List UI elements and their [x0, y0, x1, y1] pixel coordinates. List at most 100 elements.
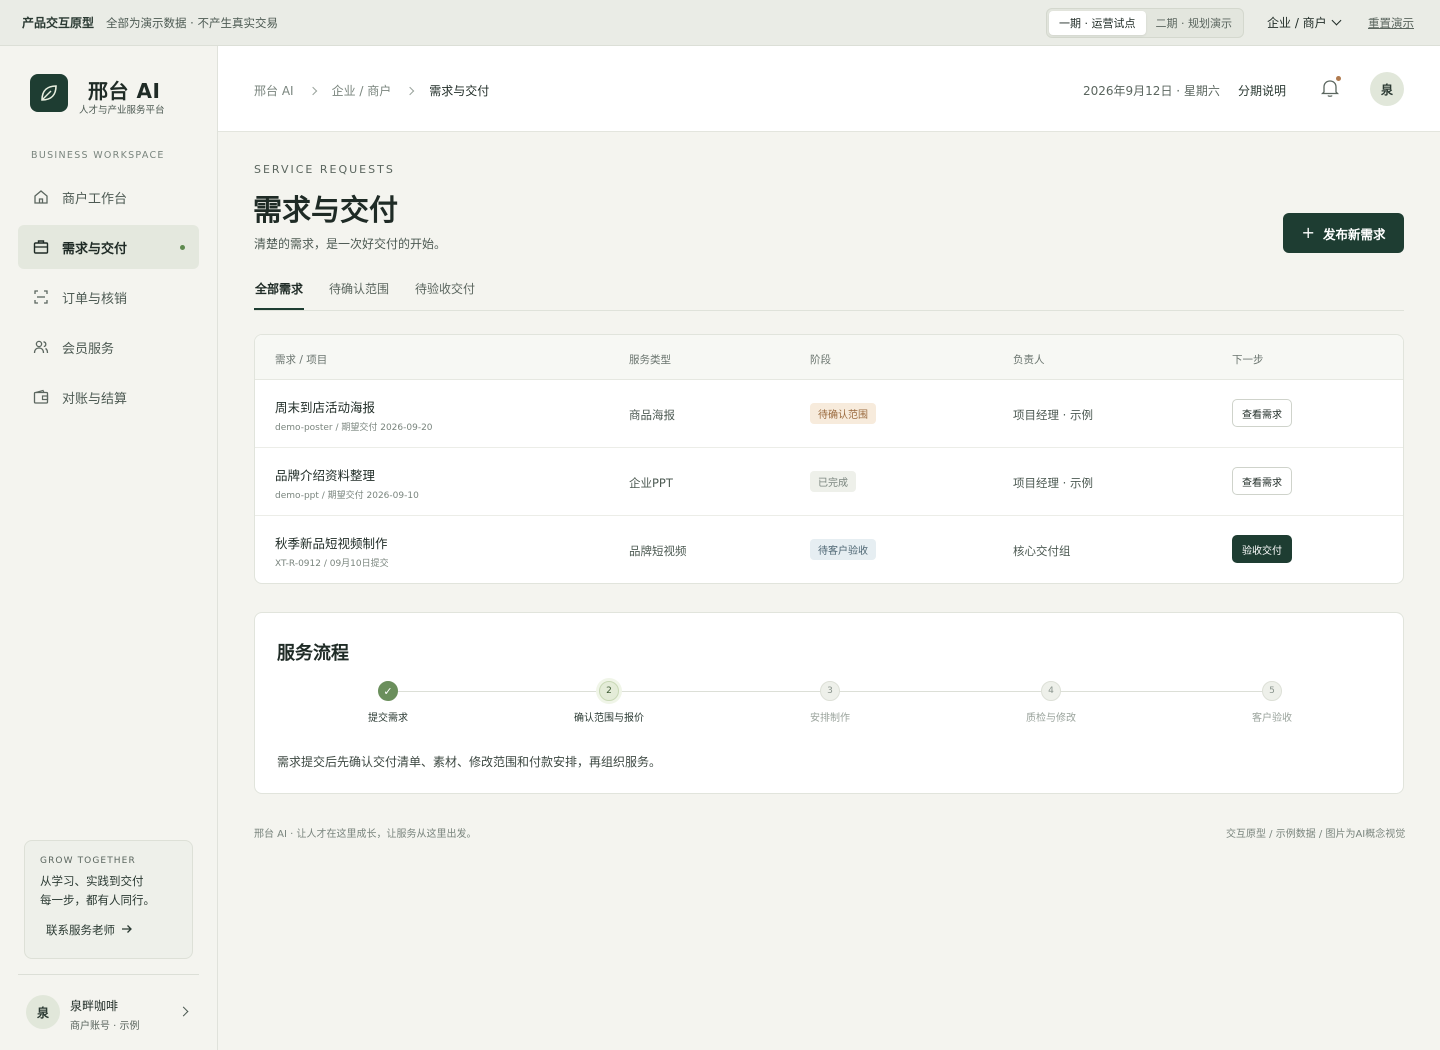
plus-icon: + [1301, 223, 1315, 242]
table-row[interactable]: 品牌介绍资料整理 demo-ppt / 期望交付 2026-09-10 企业PP… [255, 448, 1403, 516]
table-row[interactable]: 秋季新品短视频制作 XT-R-0912 / 09月10日提交 品牌短视频 待客户… [255, 516, 1403, 583]
sidebar-item-label: 商户工作台 [62, 191, 128, 207]
view-request-button[interactable]: 查看需求 [1232, 399, 1292, 427]
chevron-right-icon [308, 86, 317, 95]
reset-demo-link[interactable]: 重置演示 [1368, 15, 1414, 31]
scan-icon [32, 288, 50, 306]
current-date: 2026年9月12日 · 星期六 [1083, 84, 1220, 98]
request-meta: demo-poster / 期望交付 2026-09-20 [275, 423, 433, 433]
column-header: 服务类型 [629, 354, 671, 366]
accept-delivery-button[interactable]: 验收交付 [1232, 535, 1292, 563]
grow-card-title: GROW TOGETHER [40, 856, 136, 866]
step-number: 2 [599, 681, 619, 701]
table-row[interactable]: 周末到店活动海报 demo-poster / 期望交付 2026-09-20 商… [255, 380, 1403, 448]
request-meta: demo-ppt / 期望交付 2026-09-10 [275, 491, 419, 501]
page-subtitle: 清楚的需求，是一次好交付的开始。 [254, 237, 447, 251]
active-tab-underline [254, 308, 304, 310]
tab-pending-scope[interactable]: 待确认范围 [329, 280, 389, 297]
flow-step-confirm-scope: 2 确认范围与报价 [529, 681, 689, 724]
breadcrumb-current: 需求与交付 [429, 84, 490, 98]
sidebar-item-members[interactable]: 会员服务 [18, 325, 199, 369]
sidebar-item-requests[interactable]: 需求与交付 [18, 225, 199, 269]
service-type: 企业PPT [629, 476, 673, 490]
step-number: 4 [1041, 681, 1061, 701]
request-title: 周末到店活动海报 [275, 400, 376, 415]
briefcase-icon [32, 238, 50, 256]
sidebar: 邢台 AI 人才与产业服务平台 BUSINESS WORKSPACE 商户工作台… [0, 46, 218, 1050]
grow-together-card: GROW TOGETHER 从学习、实践到交付 每一步，都有人同行。 联系服务老… [24, 840, 193, 959]
service-type: 品牌短视频 [629, 544, 687, 558]
role-select-label: 企业 / 商户 [1267, 16, 1327, 30]
owner: 项目经理 · 示例 [1013, 408, 1093, 422]
sidebar-item-label: 会员服务 [62, 341, 115, 357]
view-request-button[interactable]: 查看需求 [1232, 467, 1292, 495]
request-title: 秋季新品短视频制作 [275, 536, 388, 551]
sidebar-divider [18, 974, 199, 975]
brand-name: 邢台 AI [88, 79, 161, 103]
tab-all[interactable]: 全部需求 [255, 280, 303, 297]
role-select[interactable]: 企业 / 商户 [1267, 14, 1342, 31]
flow-step-production: 3 安排制作 [750, 681, 910, 724]
request-tabs: 全部需求 待确认范围 待验收交付 [254, 277, 1404, 311]
contact-teacher-label: 联系服务老师 [46, 923, 115, 937]
step-label: 确认范围与报价 [574, 713, 644, 724]
chevron-down-icon [1331, 15, 1342, 26]
phase-switch: 一期 · 运营试点 二期 · 规划演示 [1046, 8, 1244, 38]
service-flow-card: 服务流程 ✓ 提交需求 2 确认范围与报价 3 安排制作 4 质检与修改 5 客… [254, 612, 1404, 794]
sidebar-item-label: 需求与交付 [62, 241, 128, 257]
section-eyebrow: SERVICE REQUESTS [254, 163, 395, 176]
sidebar-item-dashboard[interactable]: 商户工作台 [18, 175, 199, 219]
column-header: 下一步 [1232, 354, 1264, 366]
requests-table: 需求 / 项目 服务类型 阶段 负责人 下一步 周末到店活动海报 demo-po… [254, 334, 1404, 584]
owner: 核心交付组 [1013, 544, 1071, 558]
flow-step-acceptance: 5 客户验收 [1192, 681, 1352, 724]
page-title: 需求与交付 [253, 193, 399, 227]
user-name[interactable]: 泉畔咖啡 [70, 997, 118, 1014]
step-number: 5 [1262, 681, 1282, 701]
flow-step-qa: 4 质检与修改 [971, 681, 1131, 724]
notification-dot [1336, 76, 1341, 81]
flow-step-submit: ✓ 提交需求 [308, 681, 468, 724]
footer-slogan: 邢台 AI · 让人才在这里成长，让服务从这里出发。 [254, 829, 477, 840]
sidebar-item-settlement[interactable]: 对账与结算 [18, 375, 199, 419]
header-avatar[interactable]: 泉 [1370, 72, 1404, 106]
contact-teacher-link[interactable]: 联系服务老师 [46, 922, 177, 938]
flow-title: 服务流程 [277, 643, 349, 664]
table-header: 需求 / 项目 服务类型 阶段 负责人 下一步 [255, 335, 1403, 380]
sidebar-nav: 商户工作台 需求与交付 订单与核销 会员服务 对账与结算 [18, 175, 199, 425]
owner: 项目经理 · 示例 [1013, 476, 1093, 490]
phase-two-tab[interactable]: 二期 · 规划演示 [1146, 11, 1243, 35]
footer-disclaimer: 交互原型 / 示例数据 / 图片为AI概念视觉 [1226, 829, 1406, 840]
user-avatar[interactable]: 泉 [26, 995, 60, 1029]
brand-subtitle: 人才与产业服务平台 [79, 105, 165, 116]
status-badge: 待确认范围 [810, 403, 876, 424]
chevron-right-icon[interactable] [178, 1006, 189, 1017]
phase-info-link[interactable]: 分期说明 [1238, 82, 1286, 99]
status-badge: 待客户验收 [810, 539, 876, 560]
home-icon [32, 188, 50, 206]
breadcrumb-section[interactable]: 企业 / 商户 [332, 82, 392, 99]
request-meta: XT-R-0912 / 09月10日提交 [275, 559, 389, 569]
flow-description: 需求提交后先确认交付清单、素材、修改范围和付款安排，再组织服务。 [277, 755, 662, 769]
request-title: 品牌介绍资料整理 [275, 468, 376, 483]
leaf-logo-icon[interactable] [30, 74, 68, 112]
service-type: 商品海报 [629, 408, 675, 422]
phase-one-tab[interactable]: 一期 · 运营试点 [1049, 11, 1146, 35]
sidebar-item-orders[interactable]: 订单与核销 [18, 275, 199, 319]
step-label: 安排制作 [810, 713, 850, 724]
sidebar-item-label: 订单与核销 [62, 291, 128, 307]
step-label: 提交需求 [368, 713, 408, 724]
status-badge: 已完成 [810, 471, 856, 492]
tab-pending-acceptance[interactable]: 待验收交付 [415, 280, 475, 297]
demo-note: 全部为演示数据 · 不产生真实交易 [106, 15, 278, 30]
column-header: 负责人 [1013, 354, 1045, 366]
bell-icon[interactable] [1320, 76, 1341, 98]
check-icon: ✓ [378, 681, 398, 701]
users-icon [32, 338, 50, 356]
publish-request-button[interactable]: + 发布新需求 [1283, 213, 1404, 253]
active-indicator-dot [180, 245, 185, 250]
column-header: 阶段 [810, 354, 831, 366]
breadcrumb-home[interactable]: 邢台 AI [254, 82, 294, 99]
prototype-label: 产品交互原型 [22, 16, 95, 30]
publish-request-label: 发布新需求 [1322, 226, 1386, 242]
